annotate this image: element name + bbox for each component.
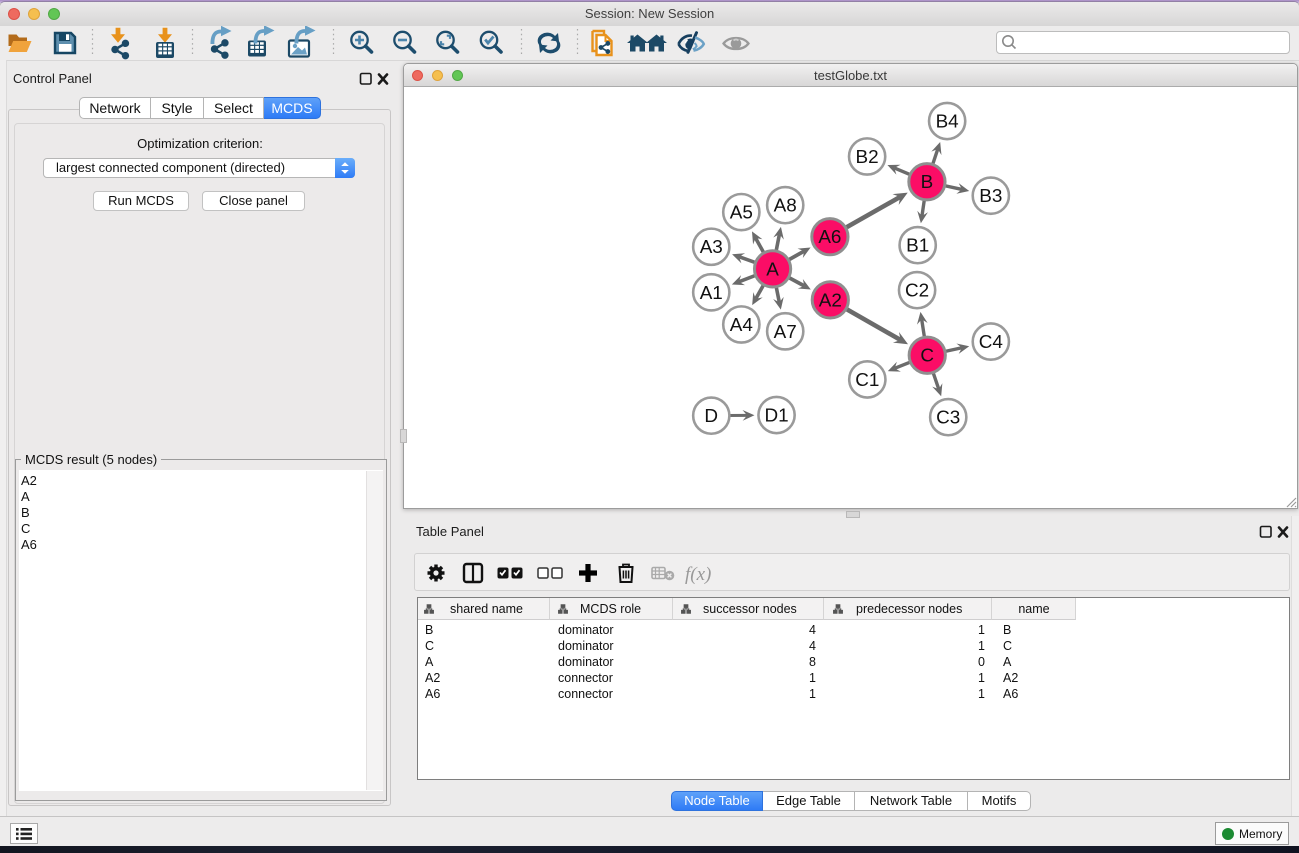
svg-text:B2: B2	[856, 147, 879, 168]
svg-text:A7: A7	[774, 322, 797, 343]
svg-text:A8: A8	[774, 196, 797, 217]
svg-text:B1: B1	[906, 236, 929, 257]
svg-text:C2: C2	[905, 281, 929, 302]
svg-text:A1: A1	[700, 283, 723, 304]
svg-text:C: C	[920, 346, 934, 367]
svg-text:A5: A5	[730, 203, 753, 224]
svg-text:A: A	[766, 259, 779, 280]
svg-text:A4: A4	[730, 315, 753, 336]
svg-text:B3: B3	[979, 186, 1002, 207]
svg-text:f(x): f(x)	[685, 564, 711, 585]
svg-text:B: B	[921, 172, 934, 193]
svg-text:A6: A6	[818, 227, 841, 248]
svg-text:C1: C1	[855, 370, 879, 391]
svg-text:C3: C3	[936, 408, 960, 429]
svg-text:A3: A3	[700, 237, 723, 258]
svg-text:A2: A2	[819, 290, 842, 311]
svg-text:D1: D1	[764, 406, 788, 427]
svg-text:D: D	[704, 406, 718, 427]
svg-text:B4: B4	[936, 112, 959, 133]
svg-text:C4: C4	[979, 332, 1003, 353]
